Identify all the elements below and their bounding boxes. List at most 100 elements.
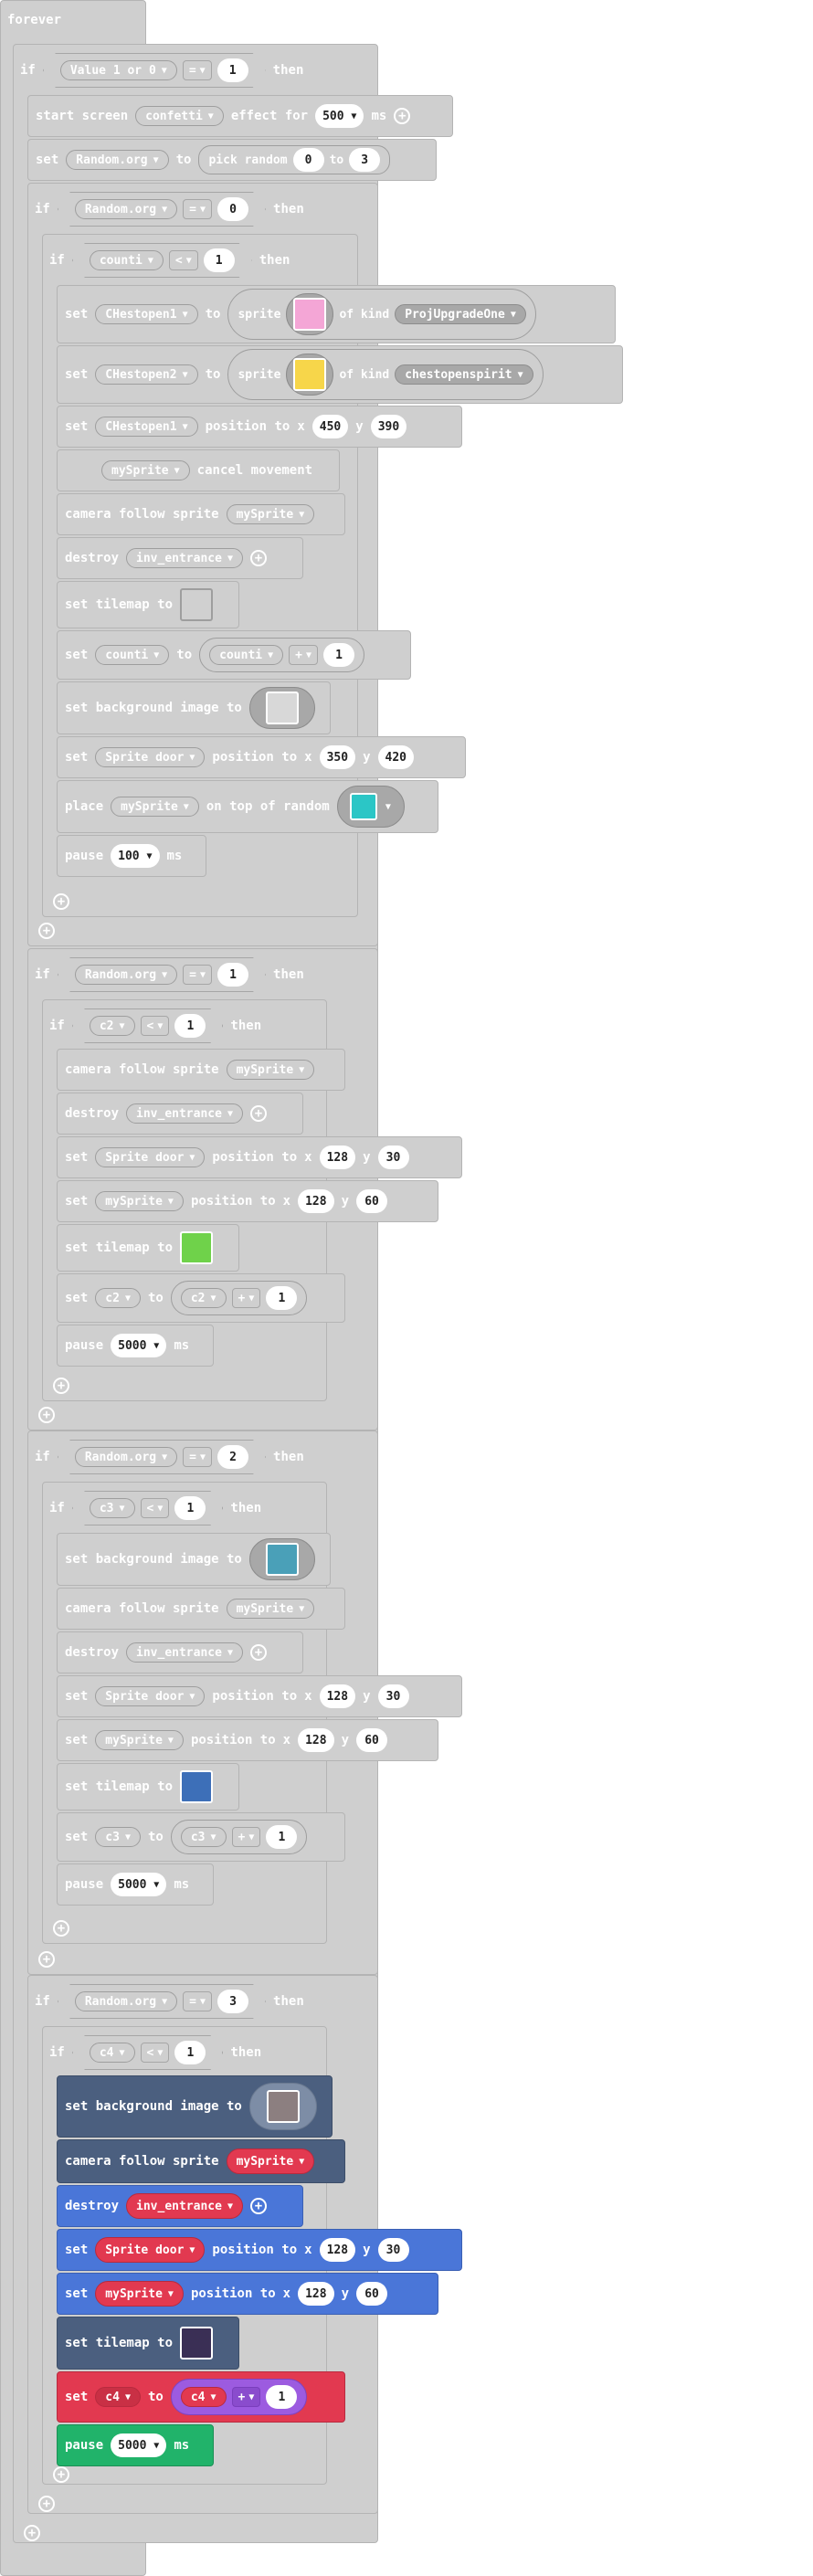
kind-dropdown[interactable]: chestopenspirit ▼ — [395, 364, 533, 385]
add-else-icon[interactable]: + — [38, 1405, 55, 1423]
math-expression[interactable]: counti ▼ + ▼ 1 — [199, 638, 365, 672]
add-argument-icon[interactable]: + — [249, 1105, 267, 1122]
effect-dropdown[interactable]: confetti ▼ — [135, 106, 224, 126]
kind-dropdown[interactable]: ProjUpgradeOne ▼ — [395, 304, 526, 324]
duration-dropdown[interactable]: 500 ▼ — [315, 104, 364, 128]
sprite-dropdown[interactable]: mySprite ▼ — [101, 460, 190, 480]
number-input[interactable]: 1 — [266, 1825, 298, 1849]
change-c3-block[interactable]: set c3 ▼ to c3 ▼ + ▼ 1 — [57, 1812, 345, 1862]
background-image-picker[interactable] — [248, 1538, 315, 1580]
add-else-icon[interactable]: + — [53, 892, 69, 910]
var-dropdown[interactable]: c2 ▼ — [90, 1016, 135, 1036]
condition[interactable]: Random.org ▼ = ▼ 1 — [58, 957, 266, 992]
number-input[interactable]: 1 — [174, 1014, 206, 1038]
number-input[interactable]: 1 — [174, 1496, 206, 1520]
op-dropdown[interactable]: + ▼ — [289, 645, 319, 665]
tilemap-blue-orange-icon[interactable] — [180, 1770, 214, 1803]
op-dropdown[interactable]: < ▼ — [141, 2043, 170, 2063]
number-input[interactable]: 1 — [323, 643, 355, 667]
y-input[interactable]: 60 — [356, 2282, 388, 2306]
pause-block[interactable]: pause 5000 ▼ ms — [57, 2424, 214, 2466]
set-door-position-block[interactable]: set Sprite door ▼ position to x 350 y 420 — [57, 736, 466, 778]
destroy-block[interactable]: destroy inv_entrance ▼ + — [57, 537, 303, 579]
set-door-position-block[interactable]: set Sprite door ▼ position to x 128 y 30 — [57, 1675, 462, 1717]
var-dropdown[interactable]: counti ▼ — [90, 250, 164, 270]
change-counti-block[interactable]: set counti ▼ to counti ▼ + ▼ 1 — [57, 630, 411, 680]
set-tilemap-block[interactable]: set tilemap to — [57, 2317, 239, 2370]
number-input[interactable]: 1 — [217, 58, 248, 82]
change-c2-block[interactable]: set c2 ▼ to c2 ▼ + ▼ 1 — [57, 1273, 345, 1323]
op-dropdown[interactable]: = ▼ — [183, 199, 212, 219]
var-dropdown[interactable]: CHestopen2 ▼ — [95, 364, 198, 385]
add-else-icon[interactable]: + — [24, 2523, 40, 2541]
set-background-block[interactable]: set background image to — [57, 681, 331, 734]
set-chest1-position-block[interactable]: set CHestopen1 ▼ position to x 450 y 390 — [57, 406, 462, 448]
var-dropdown[interactable]: c2 ▼ — [95, 1288, 141, 1308]
sprite-dropdown[interactable]: mySprite ▼ — [226, 2148, 315, 2174]
set-chest2-sprite-block[interactable]: set CHestopen2 ▼ to sprite of kind chesto… — [57, 345, 623, 404]
sprite-dropdown[interactable]: mySprite ▼ — [111, 797, 199, 817]
tilemap-grey-icon[interactable] — [180, 588, 214, 621]
number-input[interactable]: 0 — [217, 197, 248, 221]
var-dropdown[interactable]: Random.org ▼ — [75, 199, 177, 219]
op-dropdown[interactable]: + ▼ — [231, 1827, 261, 1847]
set-mysprite-position-block[interactable]: set mySprite ▼ position to x 128 y 60 — [57, 1719, 438, 1761]
sprite-dropdown[interactable]: Sprite door ▼ — [95, 747, 206, 767]
pause-block[interactable]: pause 100 ▼ ms — [57, 835, 206, 877]
op-dropdown[interactable]: = ▼ — [183, 1447, 212, 1467]
condition[interactable]: c3 ▼ < ▼ 1 — [72, 1491, 224, 1526]
add-else-icon[interactable]: + — [38, 921, 55, 939]
set-chest1-sprite-block[interactable]: set CHestopen1 ▼ to sprite of kind ProjUp… — [57, 285, 616, 343]
add-else-icon[interactable]: + — [38, 2494, 55, 2512]
set-background-block[interactable]: set background image to — [57, 1533, 331, 1586]
sprite-dropdown[interactable]: inv_entrance ▼ — [126, 1642, 243, 1663]
y-input[interactable]: 30 — [377, 2238, 409, 2262]
set-random-block[interactable]: set Random.org ▼ to pick random 0 to 3 — [27, 139, 437, 181]
background-image-picker[interactable] — [248, 687, 315, 729]
y-input[interactable]: 60 — [356, 1189, 388, 1213]
change-c4-block[interactable]: set c4 ▼ to c4 ▼ + ▼ 1 — [57, 2371, 345, 2423]
start-screen-effect-block[interactable]: start screen confetti ▼ effect for 500 ▼ … — [27, 95, 453, 137]
condition[interactable]: Random.org ▼ = ▼ 0 — [58, 192, 266, 227]
sprite-dropdown[interactable]: Sprite door ▼ — [95, 2237, 206, 2263]
var-dropdown[interactable]: c4 ▼ — [180, 2387, 227, 2407]
sprite-dropdown[interactable]: mySprite ▼ — [226, 504, 315, 524]
sprite-image-picker[interactable] — [286, 293, 334, 335]
op-dropdown[interactable]: = ▼ — [183, 60, 212, 80]
destroy-block[interactable]: destroy inv_entrance ▼ + — [57, 1093, 303, 1135]
number-input[interactable]: 1 — [217, 963, 248, 987]
add-argument-icon[interactable]: + — [249, 1644, 267, 1661]
pause-dropdown[interactable]: 100 ▼ — [111, 844, 160, 868]
var-dropdown[interactable]: counti ▼ — [209, 645, 284, 665]
condition[interactable]: Random.org ▼ = ▼ 2 — [58, 1440, 266, 1474]
sprite-image-picker[interactable] — [286, 354, 334, 396]
set-door-position-block[interactable]: set Sprite door ▼ position to x 128 y 30 — [57, 1136, 462, 1178]
number-input[interactable]: 1 — [174, 2041, 206, 2064]
x-input[interactable]: 350 — [319, 745, 356, 769]
x-input[interactable]: 128 — [298, 2282, 334, 2306]
sprite-of-kind-block[interactable]: sprite of kind ProjUpgradeOne ▼ — [227, 289, 536, 340]
camera-follow-block[interactable]: camera follow sprite mySprite ▼ — [57, 1049, 345, 1091]
condition[interactable]: counti ▼ < ▼ 1 — [72, 243, 252, 278]
tilemap-purple-icon[interactable] — [180, 2327, 214, 2360]
sprite-of-kind-block[interactable]: sprite of kind chestopenspirit ▼ — [227, 349, 544, 400]
math-expression[interactable]: c4 ▼ + ▼ 1 — [170, 2379, 308, 2415]
condition[interactable]: c4 ▼ < ▼ 1 — [72, 2035, 224, 2070]
pick-random-block[interactable]: pick random 0 to 3 — [198, 145, 391, 174]
number-input[interactable]: 1 — [266, 1286, 298, 1310]
x-input[interactable]: 128 — [319, 2238, 356, 2262]
sprite-dropdown[interactable]: mySprite ▼ — [226, 1060, 315, 1080]
set-door-position-block[interactable]: set Sprite door ▼ position to x 128 y 30 — [57, 2229, 462, 2271]
var-dropdown[interactable]: Random.org ▼ — [75, 1991, 177, 2011]
set-tilemap-block[interactable]: set tilemap to — [57, 1763, 239, 1811]
add-argument-icon[interactable]: + — [249, 2198, 267, 2214]
condition[interactable]: Random.org ▼ = ▼ 3 — [58, 1984, 266, 2019]
sprite-dropdown[interactable]: Sprite door ▼ — [95, 1147, 206, 1167]
number-input[interactable]: 2 — [217, 1445, 248, 1469]
destroy-block[interactable]: destroy inv_entrance ▼ + — [57, 2185, 303, 2227]
pause-block[interactable]: pause 5000 ▼ ms — [57, 1325, 214, 1367]
number-input[interactable]: 1 — [266, 2385, 298, 2409]
op-dropdown[interactable]: < ▼ — [141, 1016, 170, 1036]
sprite-dropdown[interactable]: mySprite ▼ — [95, 2281, 184, 2307]
var-dropdown[interactable]: c2 ▼ — [180, 1288, 227, 1308]
